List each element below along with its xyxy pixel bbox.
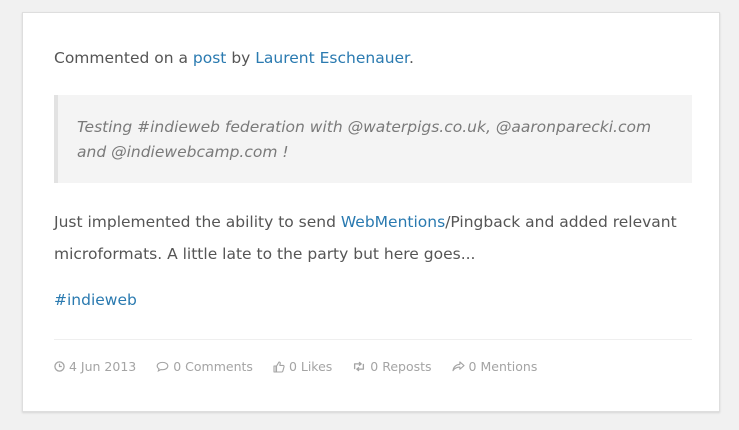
share-icon [451, 361, 465, 372]
context-suffix: . [409, 49, 414, 67]
context-by: by [226, 49, 256, 67]
divider [54, 339, 692, 340]
tag-list: #indieweb [54, 291, 137, 309]
quoted-post: Testing #indieweb federation with @water… [54, 95, 692, 183]
date-link[interactable]: 4 Jun 2013 [54, 359, 136, 374]
webmentions-link[interactable]: WebMentions [341, 213, 445, 231]
post-content: Just implemented the ability to send Web… [54, 206, 694, 270]
likes-link[interactable]: 0 Likes [273, 359, 332, 374]
comments-count: 0 Comments [173, 359, 253, 374]
reposts-link[interactable]: 0 Reposts [352, 359, 432, 374]
retweet-icon [354, 361, 365, 372]
quote-text: Testing #indieweb federation with @water… [77, 118, 652, 161]
author-link[interactable]: Laurent Eschenauer [255, 49, 409, 67]
mentions-count: 0 Mentions [468, 359, 538, 374]
post-link[interactable]: post [193, 49, 226, 67]
tag-link-indieweb[interactable]: #indieweb [54, 291, 137, 309]
thumbs-up-icon [273, 360, 285, 373]
reply-context: Commented on a post by Laurent Eschenaue… [54, 49, 414, 67]
likes-count: 0 Likes [288, 359, 333, 374]
post-date: 4 Jun 2013 [69, 359, 137, 374]
mentions-link[interactable]: 0 Mentions [451, 359, 538, 374]
tag-hash: # [54, 291, 67, 309]
tag-label: indieweb [67, 291, 137, 309]
content-text-before: Just implemented the ability to send [54, 213, 341, 231]
clock-icon [54, 361, 65, 372]
post-meta: 4 Jun 2013 0 Comments 0 Likes 0 Reposts … [54, 359, 557, 374]
context-prefix: Commented on a [54, 49, 193, 67]
reposts-count: 0 Reposts [370, 359, 432, 374]
comments-link[interactable]: 0 Comments [156, 359, 253, 374]
comment-icon [156, 361, 169, 372]
post-card: Commented on a post by Laurent Eschenaue… [22, 12, 720, 412]
